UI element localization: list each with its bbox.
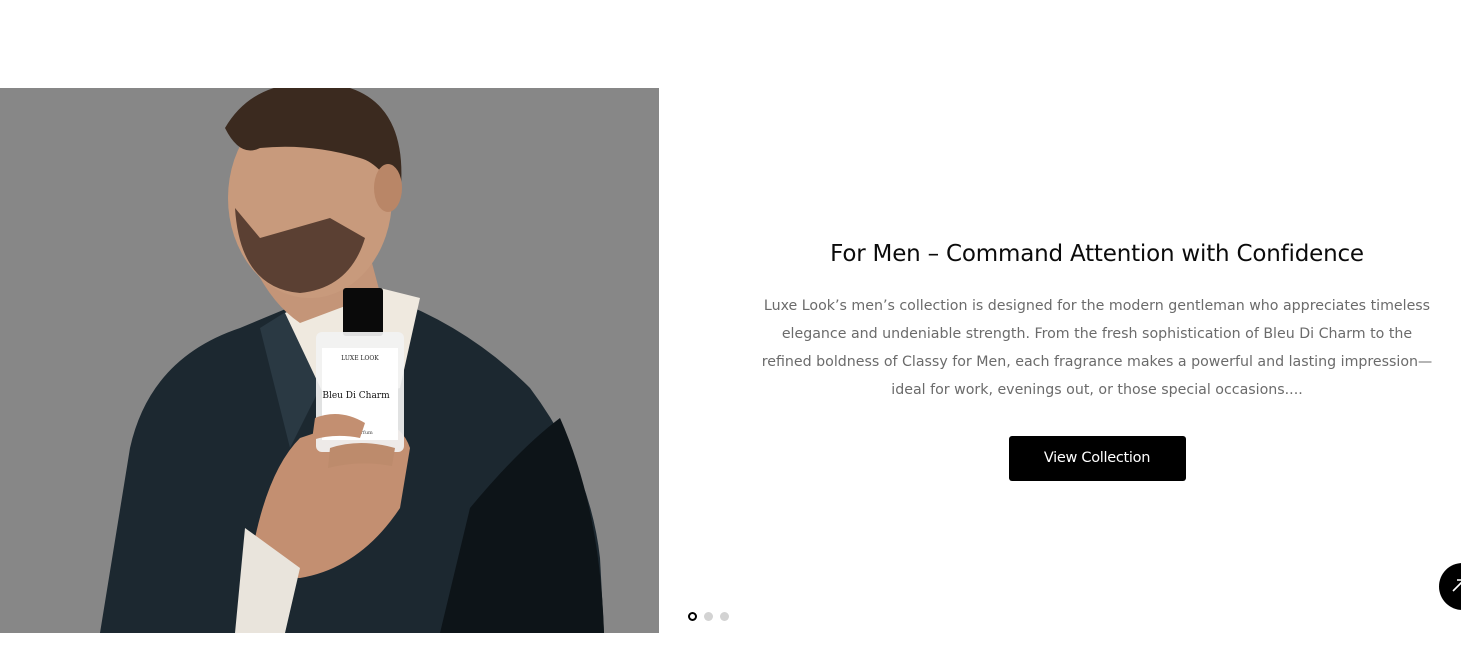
carousel-pagination — [688, 611, 729, 621]
carousel-dot-2[interactable] — [704, 611, 713, 621]
page: LUXE LOOK Bleu Di Charm Eau de parfum Fo… — [0, 0, 1461, 659]
hero-description: Luxe Look’s men’s collection is designed… — [761, 298, 1433, 398]
svg-text:LUXE LOOK: LUXE LOOK — [341, 355, 379, 362]
hero-image: LUXE LOOK Bleu Di Charm Eau de parfum — [0, 88, 659, 633]
arrow-up-icon — [1452, 579, 1461, 592]
view-collection-button[interactable]: View Collection — [1008, 436, 1186, 481]
carousel-dot-3[interactable] — [720, 611, 729, 621]
hero-title: For Men – Command Attention with Confide… — [830, 241, 1364, 267]
carousel-dot-1[interactable] — [688, 611, 697, 621]
scroll-to-top-button[interactable] — [1439, 563, 1461, 610]
hero-content: For Men – Command Attention with Confide… — [760, 236, 1434, 481]
svg-text:Bleu Di Charm: Bleu Di Charm — [322, 391, 390, 401]
